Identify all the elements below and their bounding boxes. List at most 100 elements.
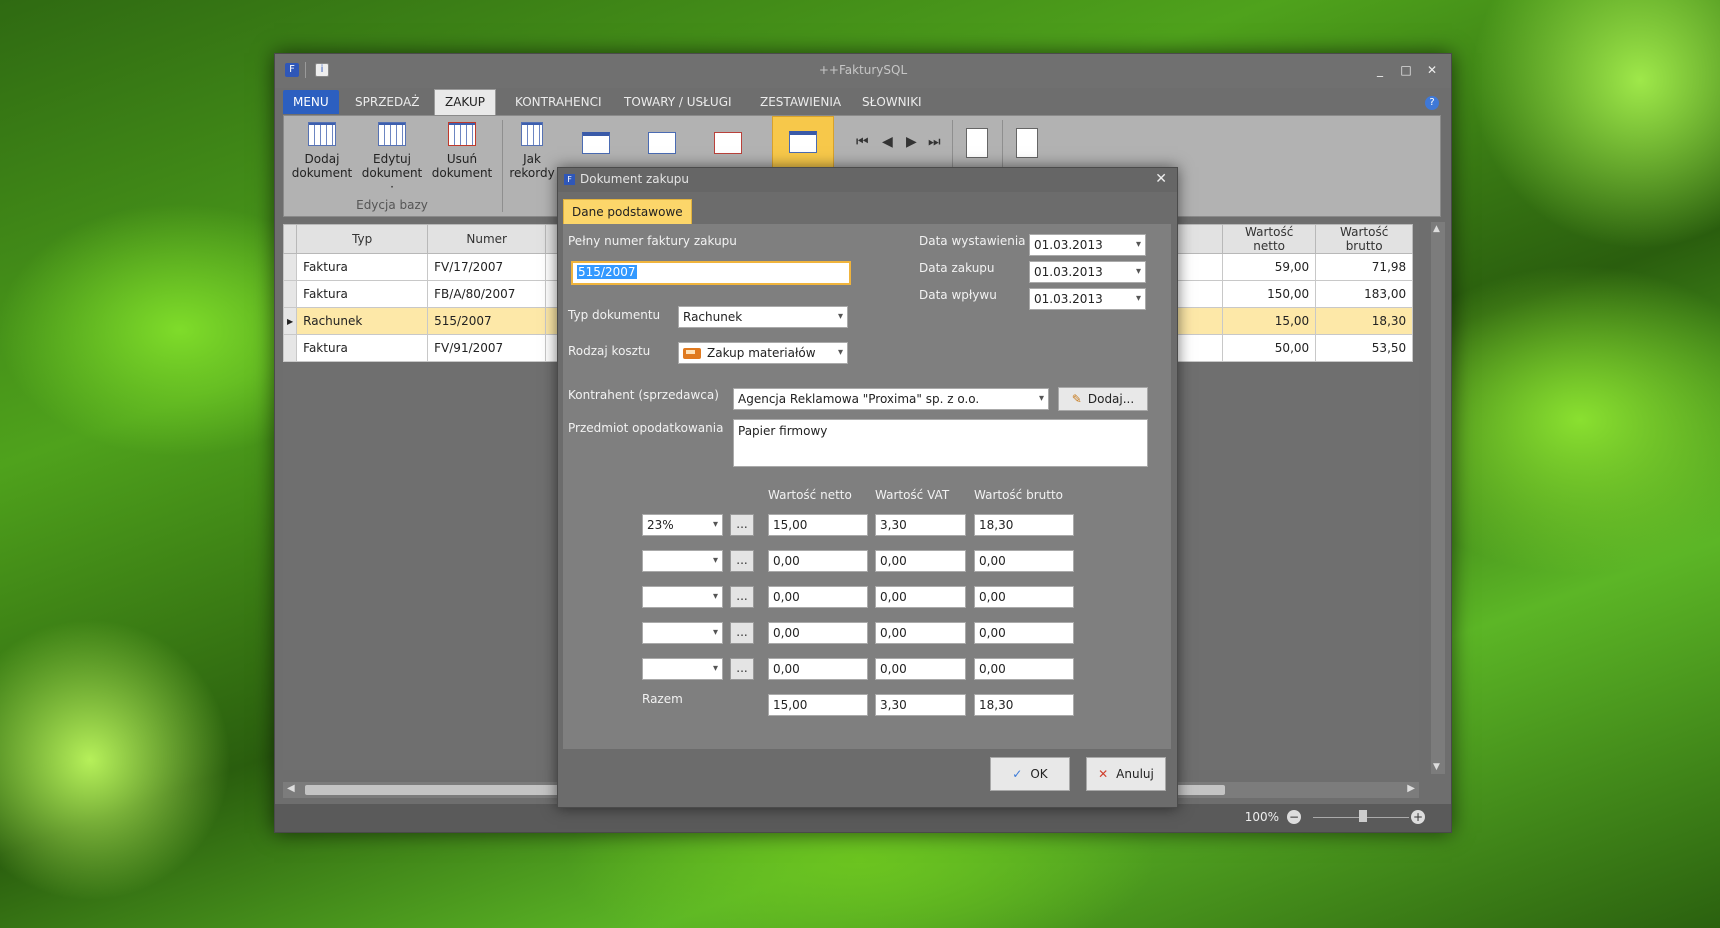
vat-rate-select[interactable]: [642, 550, 723, 572]
dialog-close-icon[interactable]: ✕: [1155, 171, 1167, 187]
last-record-icon[interactable]: ⏭: [928, 134, 941, 150]
contractor-select[interactable]: Agencja Reklamowa "Proxima" sp. z o.o.: [733, 388, 1049, 410]
cell-netto[interactable]: 59,00: [1222, 253, 1317, 281]
zoom-in-icon[interactable]: +: [1411, 810, 1425, 824]
document-type-select[interactable]: Rachunek: [678, 306, 848, 328]
scroll-left-icon[interactable]: ◀: [287, 783, 295, 794]
column-header-numer[interactable]: Numer: [427, 224, 547, 254]
gross-value-input[interactable]: 0,00: [974, 550, 1074, 572]
column-header-brutto[interactable]: Wartość brutto: [1315, 224, 1414, 254]
vat-value-input[interactable]: 0,00: [875, 622, 966, 644]
purchase-date-picker[interactable]: 01.03.2013: [1029, 261, 1146, 283]
cell-numer[interactable]: 515/2007: [427, 307, 547, 335]
cell-typ[interactable]: Faktura: [296, 253, 429, 281]
cancel-button[interactable]: ✕ Anuluj: [1086, 757, 1166, 791]
vat-value-input[interactable]: 3,30: [875, 514, 966, 536]
scroll-right-icon[interactable]: ▶: [1407, 783, 1415, 794]
net-value-input[interactable]: 0,00: [768, 658, 868, 680]
cell-netto[interactable]: 50,00: [1222, 334, 1317, 362]
print-preview-button[interactable]: [1006, 122, 1048, 166]
check-icon: ✓: [1012, 767, 1023, 781]
cell-netto[interactable]: 15,00: [1222, 307, 1317, 335]
column-header-typ[interactable]: Typ: [296, 224, 429, 254]
zoom-slider-thumb[interactable]: [1359, 810, 1367, 822]
vat-row-more-button[interactable]: ...: [730, 658, 754, 680]
cell-numer[interactable]: FV/91/2007: [427, 334, 547, 362]
column-header-netto[interactable]: Wartość netto: [1222, 224, 1317, 254]
previous-record-icon[interactable]: ◀: [882, 134, 893, 150]
minimize-button[interactable]: _: [1371, 62, 1389, 78]
first-record-icon[interactable]: ⏮: [856, 134, 869, 150]
gross-value-input[interactable]: 0,00: [974, 658, 1074, 680]
view-single-day-button[interactable]: [574, 122, 616, 166]
close-button[interactable]: ✕: [1423, 62, 1441, 78]
add-document-button[interactable]: Dodaj dokument: [290, 122, 354, 180]
add-contractor-label: Dodaj...: [1087, 392, 1135, 406]
net-value-input[interactable]: 0,00: [768, 550, 868, 572]
help-icon[interactable]: ?: [1425, 96, 1439, 110]
vat-rate-select[interactable]: [642, 586, 723, 608]
cell-typ[interactable]: Rachunek: [296, 307, 429, 335]
vat-row-more-button[interactable]: ...: [730, 586, 754, 608]
cell-numer[interactable]: FV/17/2007: [427, 253, 547, 281]
calendar-day-icon: [582, 132, 610, 154]
tab-slowniki[interactable]: SŁOWNIKI: [852, 90, 932, 114]
gross-value-input[interactable]: 0,00: [974, 622, 1074, 644]
scroll-up-icon[interactable]: ▲: [1433, 224, 1440, 234]
vat-row-more-button[interactable]: ...: [730, 550, 754, 572]
edit-document-button[interactable]: Edytuj dokument ·: [360, 122, 424, 194]
vertical-scrollbar[interactable]: ▲ ▼: [1431, 222, 1445, 774]
vat-row-more-button[interactable]: ...: [730, 514, 754, 536]
tab-dane-podstawowe[interactable]: Dane podstawowe: [563, 199, 692, 225]
net-value-input[interactable]: 0,00: [768, 622, 868, 644]
vat-rate-select[interactable]: [642, 622, 723, 644]
current-row-arrow-icon: ▶: [282, 307, 298, 335]
app-logo-icon: F: [564, 174, 575, 185]
cell-typ[interactable]: Faktura: [296, 334, 429, 362]
tab-sprzedaz[interactable]: SPRZEDAŻ: [345, 90, 429, 114]
cost-type-select[interactable]: Zakup materiałów: [678, 342, 848, 364]
tab-kontrahenci[interactable]: KONTRAHENCI: [505, 90, 612, 114]
maximize-button[interactable]: □: [1397, 62, 1415, 78]
next-record-icon[interactable]: ▶: [906, 134, 917, 150]
row-indicator: [282, 334, 298, 362]
gross-value-input[interactable]: 0,00: [974, 586, 1074, 608]
issue-date-picker[interactable]: 01.03.2013: [1029, 234, 1146, 256]
vat-value-input[interactable]: 0,00: [875, 550, 966, 572]
delete-document-button[interactable]: Usuń dokument: [430, 122, 494, 180]
vat-value-input[interactable]: 0,00: [875, 586, 966, 608]
cell-numer[interactable]: FB/A/80/2007: [427, 280, 547, 308]
view-week-button[interactable]: [640, 122, 682, 166]
view-month-button[interactable]: [706, 122, 748, 166]
how-records-button[interactable]: Jak rekordy: [506, 122, 558, 180]
subject-textarea[interactable]: Papier firmowy: [733, 419, 1148, 467]
vat-value-input[interactable]: 0,00: [875, 658, 966, 680]
cell-brutto[interactable]: 183,00: [1315, 280, 1414, 308]
tab-towary-uslugi[interactable]: TOWARY / USŁUGI: [614, 90, 742, 114]
tab-zakup[interactable]: ZAKUP: [434, 89, 496, 116]
cell-typ[interactable]: Faktura: [296, 280, 429, 308]
scroll-down-icon[interactable]: ▼: [1433, 762, 1440, 772]
cell-netto[interactable]: 150,00: [1222, 280, 1317, 308]
ok-button[interactable]: ✓ OK: [990, 757, 1070, 791]
cell-brutto[interactable]: 53,50: [1315, 334, 1414, 362]
receipt-date-picker[interactable]: 01.03.2013: [1029, 288, 1146, 310]
vat-row-more-button[interactable]: ...: [730, 622, 754, 644]
net-value-input[interactable]: 15,00: [768, 514, 868, 536]
zoom-out-icon[interactable]: −: [1287, 810, 1301, 824]
add-contractor-button[interactable]: ✎ Dodaj...: [1058, 387, 1148, 411]
gross-value-input[interactable]: 18,30: [974, 514, 1074, 536]
total-net-value: 15,00: [768, 694, 868, 716]
vat-rate-select[interactable]: [642, 658, 723, 680]
invoice-number-input[interactable]: 515/2007: [571, 261, 851, 285]
cell-brutto[interactable]: 18,30: [1315, 307, 1414, 335]
ribbon-separator: [502, 120, 503, 212]
net-value-input[interactable]: 0,00: [768, 586, 868, 608]
page-view-button[interactable]: [956, 122, 998, 166]
tab-menu[interactable]: MENU: [283, 90, 339, 114]
tab-zestawienia[interactable]: ZESTAWIENIA: [750, 90, 851, 114]
cell-brutto[interactable]: 71,98: [1315, 253, 1414, 281]
page-icon: [966, 128, 988, 158]
view-form-button[interactable]: [772, 116, 834, 170]
vat-rate-select[interactable]: 23%: [642, 514, 723, 536]
